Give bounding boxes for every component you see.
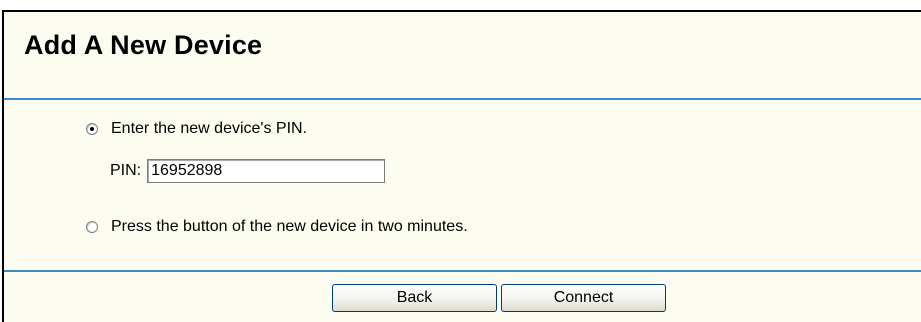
pin-input[interactable] <box>147 159 386 183</box>
push-button-option-label: Press the button of the new device in tw… <box>111 218 468 235</box>
pin-field-row: PIN: <box>110 159 386 183</box>
connect-button[interactable]: Connect <box>501 284 666 312</box>
pin-option-radio[interactable] <box>86 123 98 135</box>
back-button[interactable]: Back <box>332 284 497 312</box>
radio-selected-dot <box>90 127 94 131</box>
pin-option-label: Enter the new device's PIN. <box>111 120 308 137</box>
pin-field-label: PIN: <box>110 162 142 179</box>
push-button-option-row[interactable]: Press the button of the new device in tw… <box>86 218 468 236</box>
pin-option-row[interactable]: Enter the new device's PIN. <box>86 120 307 138</box>
add-device-panel: Add A New Device Enter the new device's … <box>2 10 921 322</box>
push-button-option-radio[interactable] <box>86 221 98 233</box>
page-title: Add A New Device <box>24 30 263 60</box>
bottom-divider <box>4 270 921 272</box>
top-divider <box>4 98 921 100</box>
